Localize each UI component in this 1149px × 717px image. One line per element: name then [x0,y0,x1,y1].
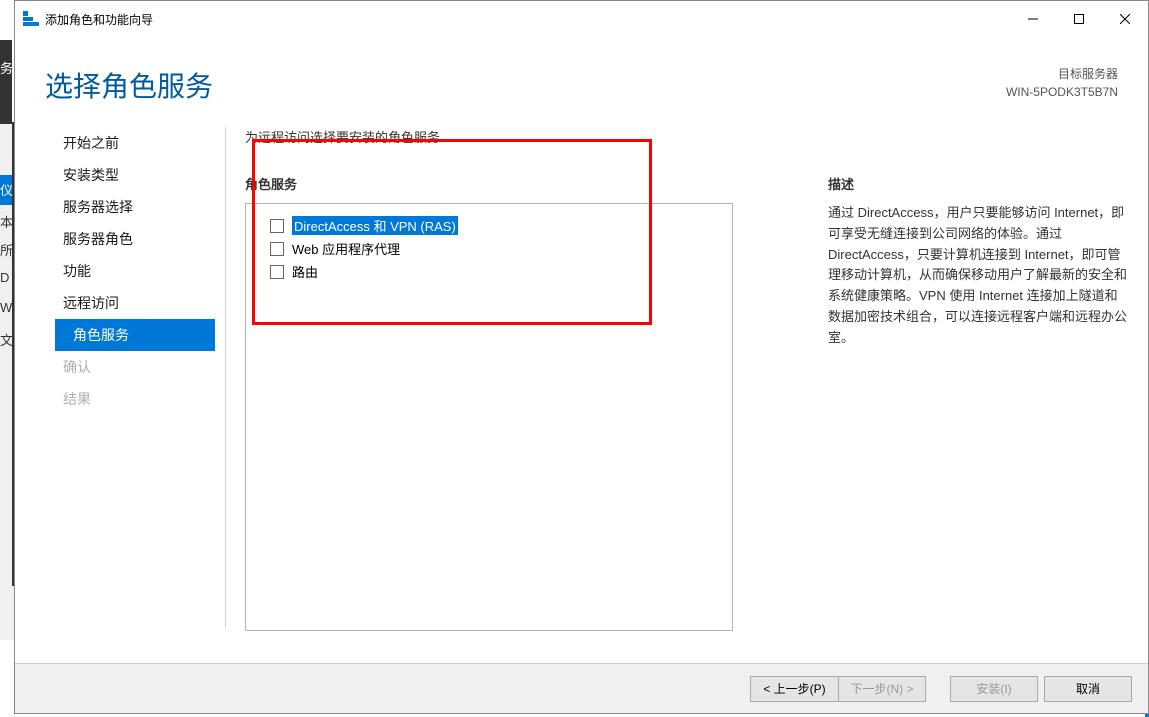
nav-item-features[interactable]: 功能 [59,255,225,287]
obscured-text: 文 [0,330,13,349]
role-routing[interactable]: 路由 [270,260,708,283]
wizard-window: 添加角色和功能向导 选择角色服务 目标服务器 WIN-5PODK3T5B7N 开… [14,0,1149,714]
obscured-text: 所 [0,240,13,259]
header: 选择角色服务 目标服务器 WIN-5PODK3T5B7N [15,37,1148,119]
window-title: 添加角色和功能向导 [45,11,153,28]
nav-item-server-roles[interactable]: 服务器角色 [59,223,225,255]
checkbox-icon[interactable] [270,219,284,233]
install-button: 安装(I) [950,676,1038,702]
nav-item-server-select[interactable]: 服务器选择 [59,191,225,223]
cancel-button[interactable]: 取消 [1044,676,1132,702]
role-web-app-proxy[interactable]: Web 应用程序代理 [270,237,708,260]
description-label: 描述 [828,174,1128,193]
obscured-text: 本 [0,212,13,231]
role-label: Web 应用程序代理 [292,239,400,258]
button-bar: < 上一步(P) 下一步(N) > 安装(I) 取消 [15,663,1148,713]
page-title: 选择角色服务 [45,65,213,105]
divider [225,127,226,627]
minimize-button[interactable] [1010,4,1056,34]
checkbox-icon[interactable] [270,265,284,279]
roles-section-label: 角色服务 [245,174,798,193]
obscured-background: 务 仪 本 所 D W 文 [0,40,14,640]
nav-item-role-services[interactable]: 角色服务 [55,319,215,351]
description-text: 通过 DirectAccess，用户只要能够访问 Internet，即可享受无缝… [828,203,1128,349]
checkbox-icon[interactable] [270,242,284,256]
nav-item-remote-access[interactable]: 远程访问 [59,287,225,319]
content-area: 为远程访问选择要安装的角色服务 角色服务 DirectAccess 和 VPN … [225,119,1148,641]
obscured-text: D [0,270,9,285]
nav-sidebar: 开始之前 安装类型 服务器选择 服务器角色 功能 远程访问 角色服务 确认 结果 [15,119,225,641]
role-label: DirectAccess 和 VPN (RAS) [292,216,458,235]
app-icon [23,11,39,27]
obscured-text: W [0,300,12,315]
target-name: WIN-5PODK3T5B7N [1006,83,1118,101]
close-button[interactable] [1102,4,1148,34]
nav-item-confirm: 确认 [59,351,225,383]
role-label: 路由 [292,262,318,281]
nav-item-results: 结果 [59,383,225,415]
maximize-button[interactable] [1056,4,1102,34]
instruction-text: 为远程访问选择要安装的角色服务 [245,127,1128,146]
obscured-text: 务 [0,58,13,77]
next-button: 下一步(N) > [838,676,926,702]
role-directaccess-vpn[interactable]: DirectAccess 和 VPN (RAS) [270,214,708,237]
nav-item-before[interactable]: 开始之前 [59,127,225,159]
titlebar: 添加角色和功能向导 [15,1,1148,37]
nav-item-install-type[interactable]: 安装类型 [59,159,225,191]
obscured-text: 仪 [0,180,13,199]
target-label: 目标服务器 [1006,65,1118,83]
role-services-list: DirectAccess 和 VPN (RAS) Web 应用程序代理 路由 [245,203,733,631]
previous-button[interactable]: < 上一步(P) [750,676,838,702]
target-server-info: 目标服务器 WIN-5PODK3T5B7N [1006,65,1118,101]
